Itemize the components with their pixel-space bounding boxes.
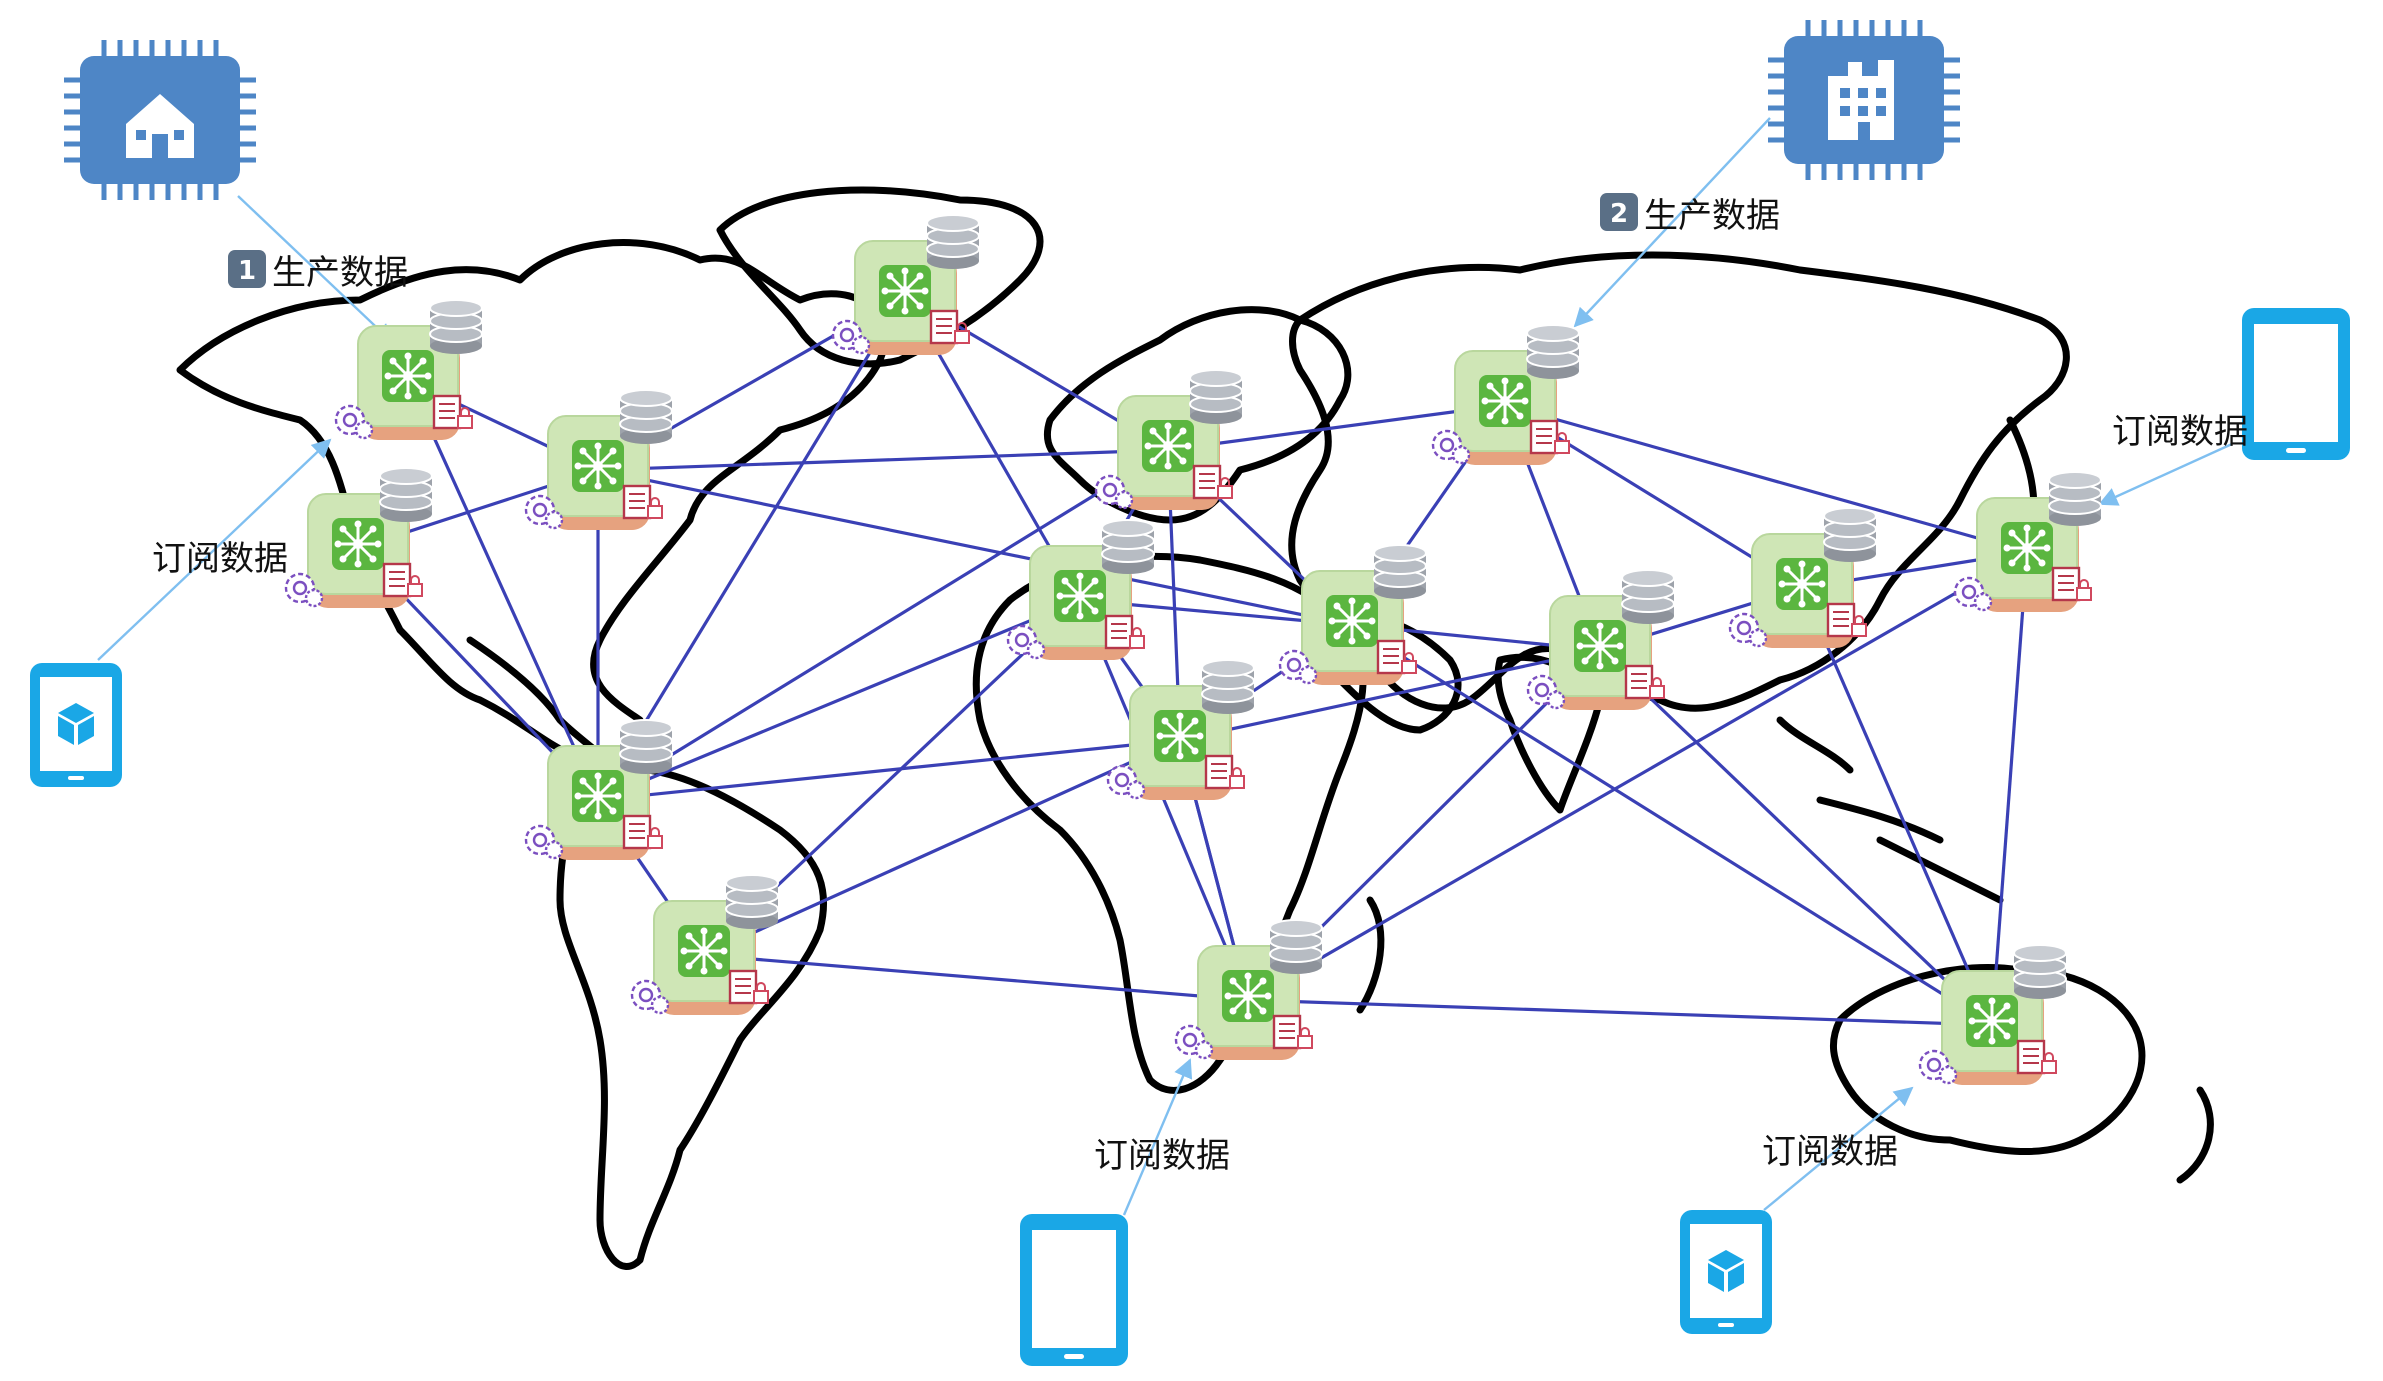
subscribe-data-label-left: 订阅数据 xyxy=(152,539,288,579)
subscribe-data-label-right: 订阅数据 xyxy=(2112,412,2248,452)
phone-icon-bottom xyxy=(1020,1214,1128,1366)
node-north-america-west xyxy=(334,298,484,442)
node-india xyxy=(1526,568,1676,712)
network-link xyxy=(1800,587,1994,1026)
node-greenland xyxy=(831,213,981,357)
node-north-america-southwest xyxy=(284,466,434,610)
produce-data-label-2: 生产数据 xyxy=(1644,196,1780,236)
node-north-america-east xyxy=(524,388,674,532)
network-link xyxy=(597,598,1081,802)
world-map-canvas: 1 生产数据 2 生产数据 订阅数据 订阅数据 订阅数据 订阅数据 xyxy=(30,0,2350,1366)
phone-icon-right xyxy=(2242,308,2350,460)
network-link xyxy=(597,448,1169,472)
node-middle-east xyxy=(1278,543,1428,687)
factory-chip-icon xyxy=(1768,20,1960,180)
node-japan xyxy=(1953,470,2103,614)
producer-label-1: 1 生产数据 xyxy=(228,250,408,293)
network-link xyxy=(1504,403,2028,554)
node-russia xyxy=(1431,323,1581,467)
network-map-diagram: 1 生产数据 2 生产数据 订阅数据 订阅数据 订阅数据 订阅数据 xyxy=(0,0,2383,1381)
producer-label-2: 2 生产数据 xyxy=(1600,193,1780,236)
subscribe-data-label-bottom: 订阅数据 xyxy=(1094,1136,1230,1176)
badge-2-number: 2 xyxy=(1610,199,1628,229)
node-europe xyxy=(1094,368,1244,512)
home-chip-icon xyxy=(64,40,256,200)
node-china xyxy=(1728,506,1878,650)
badge-1-number: 1 xyxy=(238,256,256,286)
node-north-africa xyxy=(1006,518,1156,662)
cube-tablet-icon-bottom xyxy=(1680,1210,1772,1334)
network-link xyxy=(597,738,1181,802)
node-south-america xyxy=(630,873,780,1017)
node-south-africa xyxy=(1174,918,1324,1062)
produce-data-label-1: 生产数据 xyxy=(272,253,408,293)
cube-tablet-icon-left xyxy=(30,663,122,787)
network-link xyxy=(597,468,1353,627)
subscribe-data-label-bottom-right: 订阅数据 xyxy=(1762,1132,1898,1172)
network-link xyxy=(703,953,1249,1002)
subscribe-arrow-right xyxy=(2098,442,2233,506)
